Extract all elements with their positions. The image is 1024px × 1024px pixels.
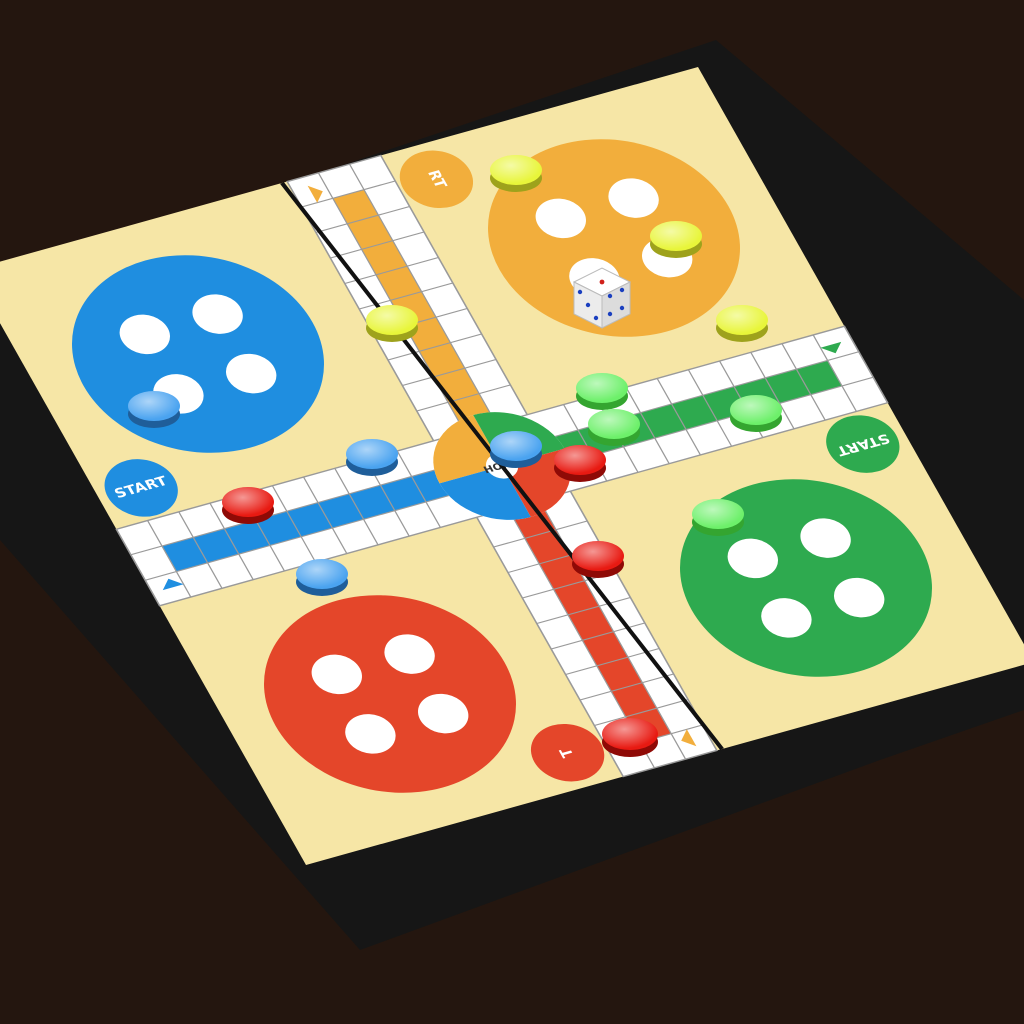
pawn-red[interactable] (572, 541, 624, 578)
pawn-blue[interactable] (490, 431, 542, 468)
pawn-red[interactable] (554, 445, 606, 482)
die-pip (619, 305, 625, 311)
die-pip (585, 302, 591, 308)
pawn-yellow[interactable] (650, 221, 702, 258)
pawn-green[interactable] (576, 373, 628, 410)
ludo-scene: HOME START START RT T (0, 0, 1024, 1024)
pawn-red[interactable] (222, 487, 274, 524)
die-pip (619, 287, 625, 293)
die-pip (607, 293, 613, 299)
die-pip (607, 311, 613, 317)
die-pip (599, 279, 605, 285)
pawn-blue[interactable] (296, 559, 348, 596)
pawn-red[interactable] (602, 718, 658, 757)
pawn-blue[interactable] (346, 439, 398, 476)
pawn-blue[interactable] (128, 391, 180, 428)
pawn-green[interactable] (730, 395, 782, 432)
pawn-yellow[interactable] (716, 305, 768, 342)
pawn-green[interactable] (692, 499, 744, 536)
die-pip (593, 315, 599, 321)
pawn-yellow[interactable] (490, 155, 542, 192)
pawn-yellow[interactable] (366, 305, 418, 342)
die-pip (577, 289, 583, 295)
pawn-green[interactable] (588, 409, 640, 446)
